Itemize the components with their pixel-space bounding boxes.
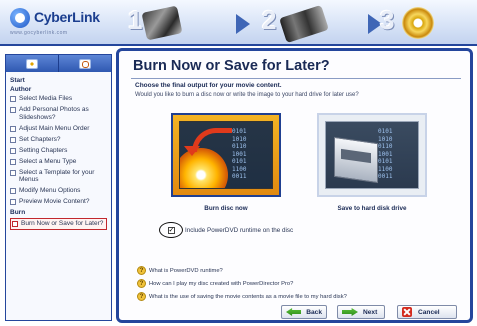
sidebar-item-label: Select a Template for your Menus bbox=[19, 168, 95, 184]
close-icon bbox=[402, 307, 412, 317]
app-header: CyberLink www.gocyberlink.com 1 2 3 bbox=[0, 0, 477, 46]
sidebar-item-label: Set Chapters? bbox=[19, 135, 61, 143]
faq-text: What is the use of saving the movie cont… bbox=[149, 293, 347, 300]
sidebar-item-menu-order[interactable]: Adjust Main Menu Order bbox=[10, 125, 107, 133]
sidebar-item-label: Burn Now or Save for Later? bbox=[21, 220, 104, 228]
sidebar-item-preview[interactable]: Preview Movie Content? bbox=[10, 198, 107, 206]
film-strip-icon bbox=[279, 4, 329, 44]
save-option-label: Save to hard disk drive bbox=[337, 205, 407, 212]
question-icon bbox=[137, 292, 146, 301]
sidebar-item-setting-chapters[interactable]: Setting Chapters bbox=[10, 147, 107, 155]
main-panel: Burn Now or Save for Later? Choose the f… bbox=[116, 48, 473, 323]
checkbox-icon bbox=[10, 158, 16, 165]
arrow-left-icon bbox=[286, 308, 302, 316]
question-icon bbox=[137, 279, 146, 288]
sidebar-item-menu-template[interactable]: Select a Template for your Menus bbox=[10, 169, 107, 184]
next-button[interactable]: Next bbox=[337, 305, 385, 319]
binary-pattern-icon: 0101 1010 0110 1001 0101 1100 0011 bbox=[378, 128, 393, 180]
include-runtime-checkbox[interactable]: ✓ bbox=[167, 226, 175, 234]
hard-disk-icon: 0101 1010 0110 1001 0101 1100 0011 bbox=[325, 121, 419, 189]
burn-disc-icon: 0101 1010 0110 1001 0101 1100 0011 bbox=[179, 121, 273, 189]
sidebar-tabs bbox=[6, 55, 111, 72]
checkbox-icon bbox=[10, 147, 16, 154]
cyberlink-logo: CyberLink www.gocyberlink.com bbox=[10, 8, 102, 38]
cancel-label: Cancel bbox=[418, 308, 440, 316]
steps-icon bbox=[26, 58, 38, 69]
hard-drive-icon bbox=[334, 136, 378, 184]
logo-url: www.gocyberlink.com bbox=[10, 30, 68, 36]
wizard-sidebar: Start Author Select Media Files Add Pers… bbox=[5, 54, 112, 321]
sidebar-item-select-media[interactable]: Select Media Files bbox=[10, 95, 107, 103]
logo-text: CyberLink bbox=[34, 9, 100, 25]
sidebar-item-set-chapters[interactable]: Set Chapters? bbox=[10, 136, 107, 144]
cyberlink-logo-mark bbox=[10, 8, 30, 28]
burn-option-frame: 0101 1010 0110 1001 0101 1100 0011 bbox=[171, 113, 281, 197]
question-icon bbox=[137, 266, 146, 275]
checkbox-icon bbox=[10, 199, 16, 206]
faq-link-runtime[interactable]: What is PowerDVD runtime? bbox=[137, 266, 457, 275]
faq-link-play-disc[interactable]: How can I play my disc created with Powe… bbox=[137, 279, 457, 288]
help-icon bbox=[79, 58, 91, 69]
checkbox-icon bbox=[10, 188, 16, 195]
title-divider bbox=[131, 78, 461, 79]
step-2-number: 2 bbox=[262, 5, 277, 35]
checkbox-icon bbox=[10, 96, 16, 102]
faq-text: How can I play my disc created with Powe… bbox=[149, 280, 294, 287]
page-instruction: Would you like to burn a disc now or wri… bbox=[135, 92, 359, 98]
section-start[interactable]: Start bbox=[10, 77, 107, 84]
burn-option-label: Burn disc now bbox=[204, 205, 248, 212]
sidebar-item-menu-type[interactable]: Select a Menu Type bbox=[10, 158, 107, 166]
checkbox-icon bbox=[10, 169, 16, 176]
include-runtime-row: ✓ Include PowerDVD runtime on the disc bbox=[159, 222, 293, 238]
step-3-number: 3 bbox=[380, 5, 395, 35]
sidebar-tab-help[interactable] bbox=[59, 55, 111, 72]
sidebar-item-label: Modify Menu Options bbox=[19, 187, 81, 195]
save-to-hdd-option[interactable]: 0101 1010 0110 1001 0101 1100 0011 Save to har… bbox=[317, 113, 427, 212]
checkbox-icon bbox=[10, 125, 16, 132]
sidebar-item-label: Select a Menu Type bbox=[19, 157, 77, 165]
step-1-number: 1 bbox=[128, 5, 143, 35]
sidebar-item-burn-now[interactable]: Burn Now or Save for Later? bbox=[10, 218, 107, 230]
sidebar-item-label: Adjust Main Menu Order bbox=[19, 124, 90, 132]
include-runtime-label[interactable]: Include PowerDVD runtime on the disc bbox=[185, 227, 293, 234]
sidebar-step-list: Start Author Select Media Files Add Pers… bbox=[6, 72, 111, 236]
section-burn: Burn bbox=[10, 209, 26, 217]
burn-disc-now-option[interactable]: 0101 1010 0110 1001 0101 1100 0011 Burn disc n… bbox=[171, 113, 281, 212]
step-1-indicator: 1 bbox=[128, 5, 224, 41]
cancel-button[interactable]: Cancel bbox=[397, 305, 457, 319]
sidebar-item-label: Setting Chapters bbox=[19, 146, 68, 154]
page-subtitle: Choose the final output for your movie c… bbox=[135, 82, 282, 89]
binary-pattern-icon: 0101 1010 0110 1001 0101 1100 0011 bbox=[232, 128, 247, 180]
step-arrow-icon bbox=[236, 14, 250, 34]
faq-text: What is PowerDVD runtime? bbox=[149, 267, 223, 274]
step-3-indicator: 3 bbox=[380, 5, 477, 41]
back-label: Back bbox=[306, 308, 322, 316]
back-button[interactable]: Back bbox=[281, 305, 327, 319]
sidebar-item-label: Select Media Files bbox=[19, 95, 73, 102]
faq-link-save-movie[interactable]: What is the use of saving the movie cont… bbox=[137, 292, 457, 301]
checkbox-icon bbox=[10, 136, 16, 143]
save-option-frame: 0101 1010 0110 1001 0101 1100 0011 bbox=[317, 113, 427, 197]
arrow-head-icon bbox=[184, 146, 200, 156]
page-title: Burn Now or Save for Later? bbox=[133, 58, 330, 74]
arrow-right-icon bbox=[342, 308, 358, 316]
sidebar-item-label: Preview Movie Content? bbox=[19, 198, 90, 206]
highlight-circle: ✓ bbox=[159, 222, 183, 238]
disc-icon bbox=[402, 7, 434, 39]
sidebar-item-label: Add Personal Photos as Slideshows? bbox=[19, 105, 89, 121]
sidebar-item-menu-options[interactable]: Modify Menu Options bbox=[10, 187, 107, 195]
step-2-indicator: 2 bbox=[262, 4, 362, 44]
checkbox-icon bbox=[10, 106, 16, 113]
section-author: Author bbox=[10, 86, 32, 93]
sidebar-item-add-photos[interactable]: Add Personal Photos as Slideshows? bbox=[10, 106, 107, 121]
film-clapper-icon bbox=[141, 5, 183, 41]
next-label: Next bbox=[363, 308, 378, 316]
checkbox-icon bbox=[12, 221, 18, 228]
sidebar-tab-steps[interactable] bbox=[6, 55, 59, 72]
